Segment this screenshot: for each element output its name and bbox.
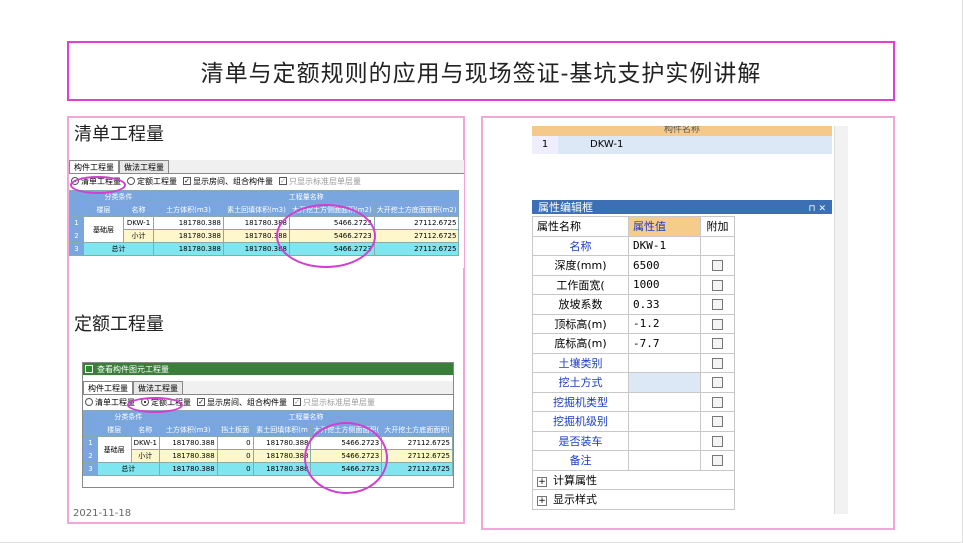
- table-row[interactable]: 1 基础层 DKW-1 181780.388 0 181780.388 5466…: [83, 436, 453, 463]
- app-icon: [85, 365, 93, 373]
- group-row[interactable]: + 显示样式: [532, 489, 735, 510]
- slide-title: 清单与定额规则的应用与现场签证-基坑支护实例讲解: [200, 61, 762, 87]
- table-row[interactable]: 挖土方式: [532, 372, 735, 393]
- component-list: 构件名称 1 DKW-1: [532, 126, 832, 154]
- property-table: 属性名称 属性值 附加 名称 DKW-1 深度(mm) 6500 工作面宽(1000…: [532, 216, 735, 510]
- table-row[interactable]: 备注: [532, 450, 735, 471]
- table-row[interactable]: 土壤类别: [532, 352, 735, 373]
- highlight-ellipse: [127, 397, 183, 413]
- table-row[interactable]: 深度(mm) 6500: [532, 255, 735, 276]
- table-row[interactable]: 1 基础层 DKW-1 181780.388 181780.388 5466.2…: [69, 216, 460, 243]
- qd-section-label: 清单工程量: [74, 124, 164, 145]
- table-row[interactable]: 工作面宽(1000: [532, 274, 735, 295]
- radio-off-icon: [85, 398, 93, 406]
- slide-date: 2021-11-18: [73, 508, 132, 519]
- checkbox-icon[interactable]: [712, 455, 723, 467]
- checkbox-disabled-icon: ✓: [293, 398, 301, 406]
- de-check-room[interactable]: ✓ 显示房间、组合构件量: [197, 397, 287, 408]
- qd-check-room[interactable]: ✓ 显示房间、组合构件量: [183, 176, 273, 187]
- highlight-ellipse: [276, 204, 376, 268]
- table-row[interactable]: 2 小计 181780.388 181780.388 5466.2723 271…: [69, 229, 460, 243]
- checkbox-icon[interactable]: [712, 396, 723, 408]
- checkbox-icon[interactable]: [712, 279, 723, 291]
- de-section-label: 定额工程量: [74, 314, 164, 335]
- checkbox-icon[interactable]: [712, 338, 723, 350]
- de-window-titlebar: 查看构件图元工程量: [83, 363, 453, 375]
- qd-quantity-panel: 构件工程量 做法工程量 清单工程量 定额工程量 ✓ 显示房间、组合构件量 ✓ 只显示…: [69, 160, 464, 268]
- tab-method-qty[interactable]: 做法工程量: [119, 160, 169, 173]
- checkbox-checked-icon: ✓: [183, 177, 191, 185]
- highlight-ellipse: [70, 176, 126, 194]
- checkbox-disabled-icon: ✓: [279, 177, 287, 185]
- de-check-std: ✓ 只显示标准层单层量: [293, 397, 375, 407]
- table-row[interactable]: 顶标高(m) -1.2: [532, 313, 735, 334]
- highlight-ellipse: [304, 422, 388, 494]
- de-quantity-window: 查看构件图元工程量 构件工程量 做法工程量 清单工程量 定额工程量 ✓ 显示房间、…: [82, 362, 454, 488]
- table-row[interactable]: 名称 DKW-1: [532, 235, 735, 256]
- checkbox-icon[interactable]: [712, 260, 723, 272]
- checkbox-icon[interactable]: [712, 318, 723, 330]
- table-row[interactable]: 3 总计 181780.388 181780.388 5466.2723 271…: [69, 242, 460, 256]
- expand-plus-icon[interactable]: +: [537, 476, 547, 487]
- slide-title-box: 清单与定额规则的应用与现场签证-基坑支护实例讲解: [67, 41, 895, 101]
- qd-table: 分类条件 工程量名称 楼层 名称 土方体积(m3) 素土回填体积(m3) 大开挖…: [69, 190, 460, 256]
- table-row[interactable]: 2 小计 181780.388 0 181780.388 5466.2723 2…: [83, 449, 453, 463]
- property-editor-titlebar: 属性编辑框 ᅟ⊓ ✕: [532, 200, 832, 214]
- checkbox-icon[interactable]: [712, 377, 723, 389]
- expand-plus-icon[interactable]: +: [537, 496, 547, 507]
- qd-check-std: ✓ 只显示标准层单层量: [279, 176, 361, 186]
- de-tabs: 构件工程量 做法工程量: [83, 381, 453, 395]
- pin-close-icon[interactable]: ᅟ⊓ ✕: [800, 201, 826, 214]
- table-row[interactable]: 底标高(m) -7.7: [532, 333, 735, 354]
- group-row[interactable]: + 计算属性: [532, 469, 735, 490]
- tab-component-qty[interactable]: 构件工程量: [69, 160, 119, 173]
- property-editor: 构件名称 1 DKW-1 属性编辑框 ᅟ⊓ ✕ 属性名称 属性值 附加 名称 DK…: [532, 126, 850, 514]
- table-row[interactable]: 挖掘机级别: [532, 411, 735, 432]
- radio-off-icon: [127, 177, 135, 185]
- checkbox-icon[interactable]: [712, 416, 723, 428]
- tab-method-qty[interactable]: 做法工程量: [133, 381, 183, 394]
- checkbox-checked-icon: ✓: [197, 398, 205, 406]
- table-row[interactable]: 挖掘机类型: [532, 391, 735, 412]
- scrollbar[interactable]: [834, 126, 848, 514]
- qd-tabs: 构件工程量 做法工程量: [69, 160, 464, 174]
- de-table: 分类条件 工程量名称 楼层 名称 土方体积(m3) 挡土板面 素土回填体积(m …: [83, 410, 454, 476]
- table-row[interactable]: 3 总计 181780.388 0 181780.388 5466.2723 2…: [83, 462, 453, 476]
- checkbox-icon[interactable]: [712, 299, 723, 311]
- table-row[interactable]: 是否装车: [532, 430, 735, 451]
- checkbox-icon[interactable]: [712, 435, 723, 447]
- qd-options: 清单工程量 定额工程量 ✓ 显示房间、组合构件量 ✓ 只显示标准层单层量: [69, 174, 464, 188]
- checkbox-icon[interactable]: [712, 357, 723, 369]
- header-qty: 工程量名称: [152, 190, 460, 204]
- qd-radio-quota[interactable]: 定额工程量: [127, 176, 177, 187]
- tab-component-qty[interactable]: 构件工程量: [83, 381, 133, 394]
- list-item[interactable]: 1 DKW-1: [532, 136, 832, 154]
- table-row[interactable]: 放坡系数 0.33: [532, 294, 735, 315]
